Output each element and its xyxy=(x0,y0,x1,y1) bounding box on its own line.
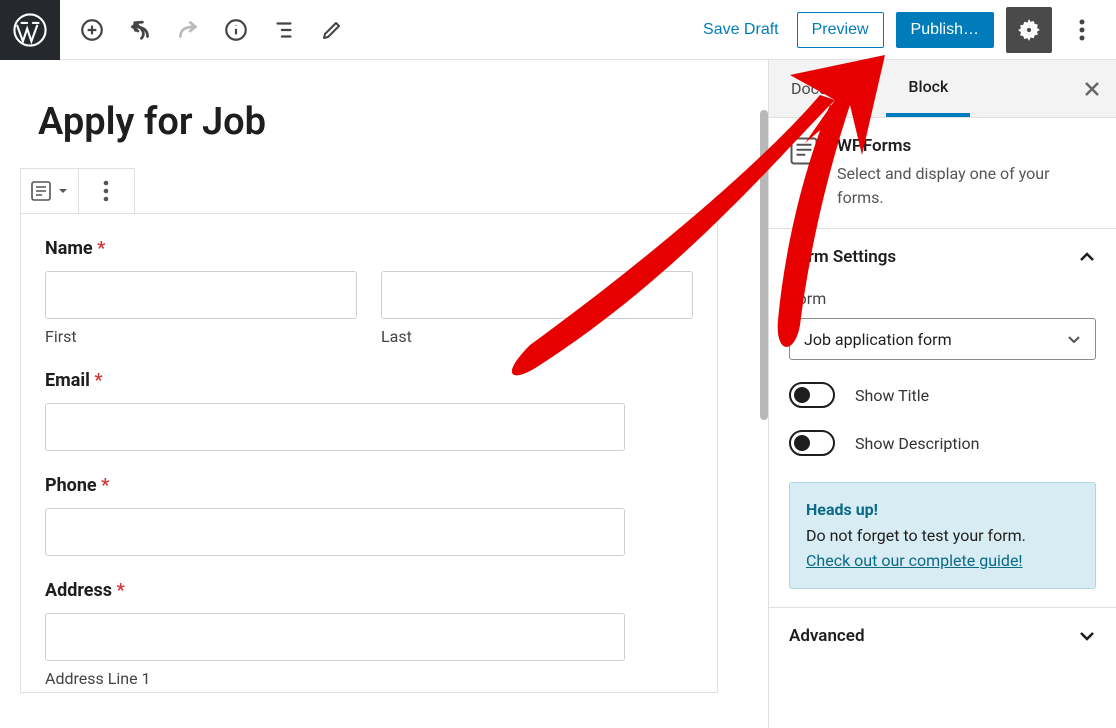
close-sidebar-button[interactable] xyxy=(1068,60,1116,117)
toolbar-right: Save Draft Preview Publish… xyxy=(697,7,1116,53)
wordpress-logo-icon[interactable] xyxy=(0,0,60,60)
email-input[interactable] xyxy=(45,403,625,451)
toolbar-left-icons xyxy=(60,6,356,54)
editor-canvas: Apply for Job Name * First xyxy=(0,60,768,728)
chevron-down-icon xyxy=(1067,332,1081,346)
email-label: Email * xyxy=(45,370,693,391)
form-settings-toggle[interactable]: Form Settings xyxy=(789,247,1096,267)
tab-block[interactable]: Block xyxy=(886,60,970,117)
settings-button[interactable] xyxy=(1006,7,1052,53)
scrollbar[interactable] xyxy=(760,110,768,420)
show-description-toggle-row: Show Description xyxy=(789,430,1096,456)
block-type-button[interactable] xyxy=(21,169,79,213)
notice-text: Do not forget to test your form. xyxy=(806,523,1079,549)
show-title-toggle[interactable] xyxy=(789,382,835,408)
email-field: Email * xyxy=(45,370,693,451)
address-field: Address * Address Line 1 xyxy=(45,580,693,688)
undo-button[interactable] xyxy=(116,6,164,54)
form-settings-title: Form Settings xyxy=(789,247,896,267)
redo-button[interactable] xyxy=(164,6,212,54)
tab-document[interactable]: Document xyxy=(769,60,886,117)
page-title[interactable]: Apply for Job xyxy=(38,100,730,144)
chevron-up-icon xyxy=(1078,248,1096,266)
block-more-button[interactable] xyxy=(79,169,135,213)
notice-title: Heads up! xyxy=(806,497,1079,523)
advanced-panel: Advanced xyxy=(769,608,1116,664)
edit-button[interactable] xyxy=(308,6,356,54)
address-line1-sublabel: Address Line 1 xyxy=(45,669,693,688)
form-select[interactable]: Job application form xyxy=(789,318,1096,360)
preview-button[interactable]: Preview xyxy=(797,12,884,48)
info-button[interactable] xyxy=(212,6,260,54)
last-name-input[interactable] xyxy=(381,271,693,319)
form-preview: Name * First Last Email * Phone * xyxy=(20,213,718,693)
advanced-toggle[interactable]: Advanced xyxy=(789,626,1096,646)
show-title-label: Show Title xyxy=(855,386,929,405)
block-info-panel: WPForms Select and display one of your f… xyxy=(769,118,1116,229)
settings-sidebar: Document Block WPForms Select and displa… xyxy=(768,60,1116,728)
block-name: WPForms xyxy=(837,136,1096,156)
form-select-label: Form xyxy=(789,289,1096,308)
add-block-button[interactable] xyxy=(68,6,116,54)
phone-field: Phone * xyxy=(45,475,693,556)
name-field: Name * First Last xyxy=(45,238,693,346)
form-settings-panel: Form Settings Form Job application form … xyxy=(769,229,1116,608)
save-draft-button[interactable]: Save Draft xyxy=(697,21,785,39)
test-form-notice: Heads up! Do not forget to test your for… xyxy=(789,482,1096,589)
sidebar-tabs: Document Block xyxy=(769,60,1116,118)
show-title-toggle-row: Show Title xyxy=(789,382,1096,408)
block-toolbar xyxy=(20,168,135,214)
more-options-button[interactable] xyxy=(1064,7,1100,53)
notice-link[interactable]: Check out our complete guide! xyxy=(806,551,1023,570)
advanced-title: Advanced xyxy=(789,626,865,646)
wpforms-icon xyxy=(789,136,821,168)
main-area: Apply for Job Name * First xyxy=(0,60,1116,728)
phone-input[interactable] xyxy=(45,508,625,556)
show-description-toggle[interactable] xyxy=(789,430,835,456)
last-sublabel: Last xyxy=(381,327,693,346)
first-name-input[interactable] xyxy=(45,271,357,319)
outline-button[interactable] xyxy=(260,6,308,54)
address-label: Address * xyxy=(45,580,693,601)
chevron-down-icon xyxy=(1078,627,1096,645)
address-line1-input[interactable] xyxy=(45,613,625,661)
name-label: Name * xyxy=(45,238,693,259)
block-description: Select and display one of your forms. xyxy=(837,162,1096,210)
phone-label: Phone * xyxy=(45,475,693,496)
publish-button[interactable]: Publish… xyxy=(896,12,994,48)
show-description-label: Show Description xyxy=(855,434,979,453)
first-sublabel: First xyxy=(45,327,357,346)
editor-toolbar: Save Draft Preview Publish… xyxy=(0,0,1116,60)
